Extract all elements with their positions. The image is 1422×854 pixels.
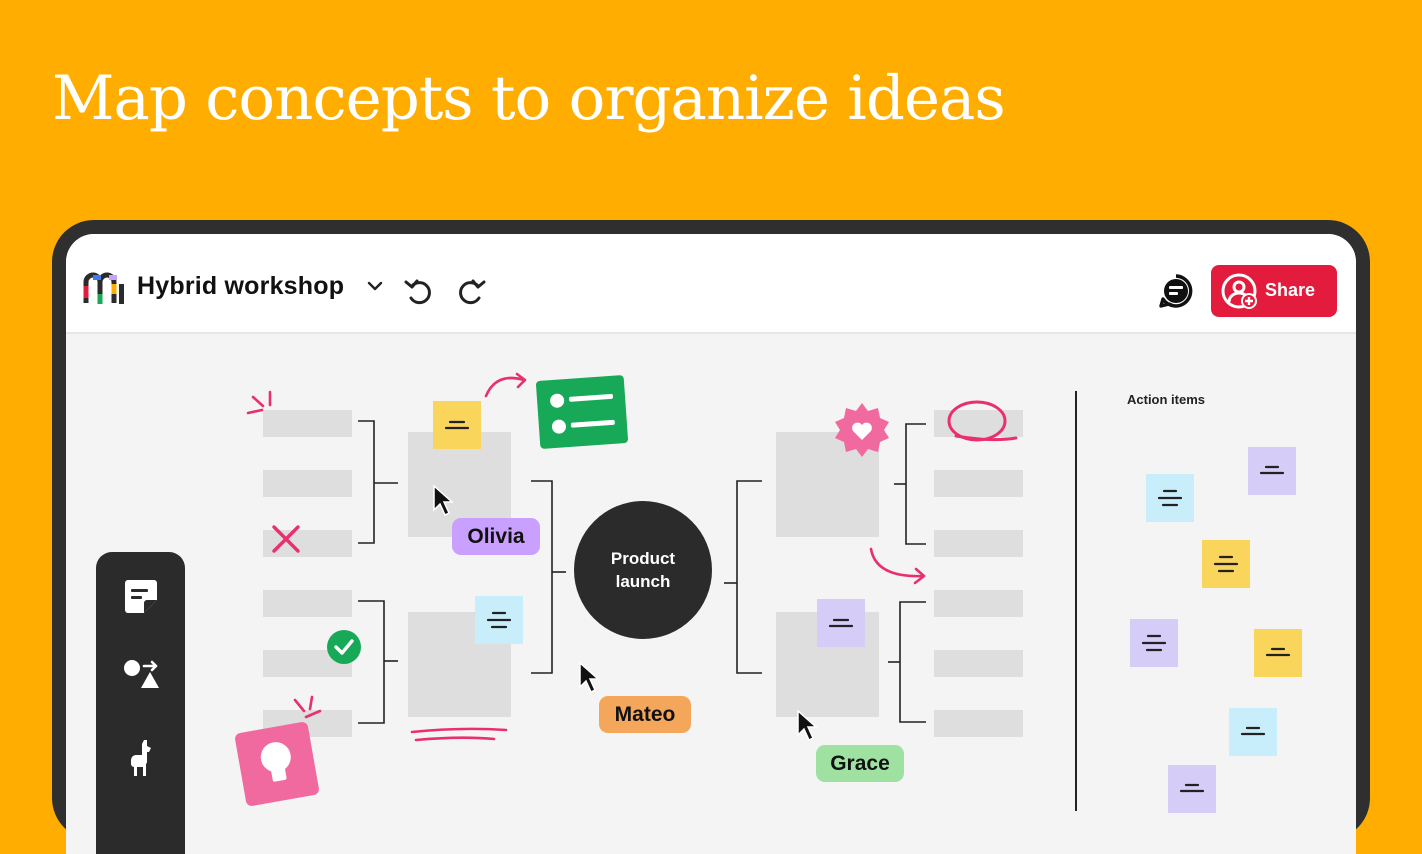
collaborator-tag-mateo: Mateo (599, 696, 691, 733)
headline: Map concepts to organize ideas (52, 63, 1006, 134)
comment-icon[interactable] (1158, 273, 1194, 309)
lines-icon (1141, 634, 1167, 652)
action-item-sticky[interactable] (1202, 540, 1250, 588)
shapes-icon[interactable] (120, 654, 162, 696)
lines-icon (486, 611, 512, 629)
central-topic-node[interactable]: Product launch (574, 501, 712, 639)
share-button[interactable]: Share (1211, 265, 1337, 317)
heart-badge-icon (835, 403, 889, 457)
miro-logo-icon[interactable] (83, 272, 125, 306)
redo-icon[interactable] (455, 276, 487, 306)
share-button-label: Share (1265, 280, 1316, 300)
lines-icon (1213, 555, 1239, 573)
action-item-sticky[interactable] (1229, 708, 1277, 756)
board-canvas[interactable]: Product launch Olivia Mateo Grace Action… (66, 334, 1356, 854)
lightbulb-card-icon[interactable] (232, 719, 322, 809)
central-topic-line1: Product (610, 549, 676, 568)
lines-icon (1179, 783, 1205, 793)
lines-icon (1157, 489, 1183, 507)
tablet-frame: Hybrid workshop Share Product launch Oli… (52, 220, 1370, 854)
lines-icon (828, 618, 854, 628)
lines-icon (1259, 465, 1285, 475)
action-item-sticky[interactable] (1146, 474, 1194, 522)
collaborator-tag-grace: Grace (816, 745, 904, 782)
action-item-sticky[interactable] (1254, 629, 1302, 677)
cursor-icon (797, 709, 818, 742)
board-title[interactable]: Hybrid workshop (137, 272, 344, 301)
action-item-sticky[interactable] (1130, 619, 1178, 667)
sticky-note[interactable] (433, 401, 481, 449)
sticky-note[interactable] (475, 596, 523, 644)
top-bar: Hybrid workshop Share (66, 234, 1356, 334)
app-screen: Hybrid workshop Share Product launch Oli… (66, 234, 1356, 854)
checklist-card-icon[interactable] (534, 372, 630, 452)
action-items-title: Action items (1127, 392, 1206, 407)
sticky-note[interactable] (817, 599, 865, 647)
sticky-note-icon[interactable] (120, 576, 162, 618)
cursor-icon (433, 484, 454, 517)
action-item-sticky[interactable] (1248, 447, 1296, 495)
lines-icon (1265, 647, 1291, 657)
undo-icon[interactable] (403, 276, 435, 306)
check-badge-icon (327, 630, 361, 664)
lines-icon (1240, 726, 1266, 736)
chevron-down-icon[interactable] (367, 280, 383, 292)
panel-divider (1075, 391, 1077, 811)
collaborator-tag-olivia: Olivia (452, 518, 540, 555)
llama-icon[interactable] (120, 736, 162, 778)
left-toolbar (96, 552, 185, 854)
central-topic-line2: launch (615, 572, 671, 591)
lines-icon (444, 420, 470, 430)
add-user-icon (1221, 273, 1257, 309)
action-item-sticky[interactable] (1168, 765, 1216, 813)
cursor-icon (579, 661, 600, 694)
